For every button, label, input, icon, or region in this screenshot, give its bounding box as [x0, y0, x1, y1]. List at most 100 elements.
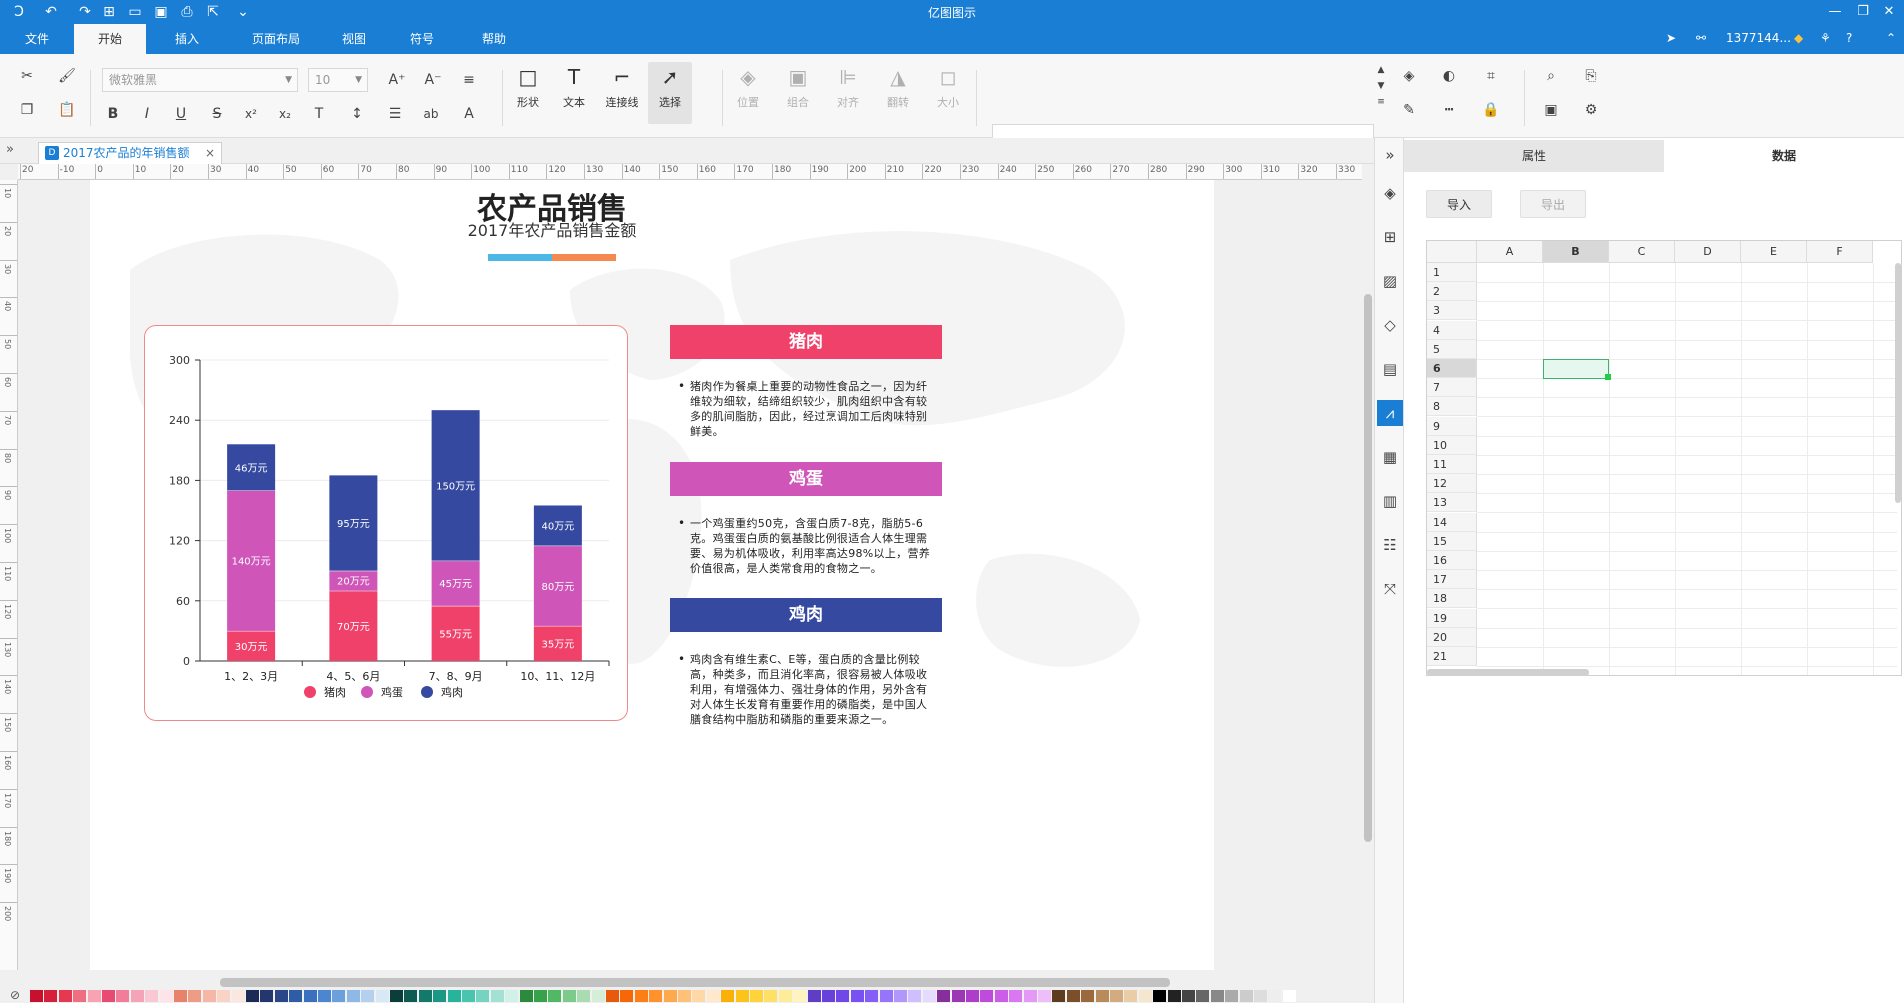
- palette-color[interactable]: [30, 990, 43, 1002]
- tool-2[interactable]: ⌐ 连接线: [600, 62, 644, 124]
- palette-color[interactable]: [735, 990, 749, 1002]
- palette-color[interactable]: [418, 990, 432, 1002]
- palette-color[interactable]: [1167, 990, 1181, 1002]
- vertical-scrollbar[interactable]: [1362, 164, 1374, 970]
- palette-color[interactable]: [994, 990, 1008, 1002]
- close-icon[interactable]: ✕: [1876, 2, 1902, 22]
- palette-color[interactable]: [361, 990, 375, 1002]
- palette-color[interactable]: [922, 990, 936, 1002]
- palette-color[interactable]: [375, 990, 389, 1002]
- layers-icon[interactable]: ◇: [1377, 312, 1403, 338]
- palette-color[interactable]: [721, 990, 735, 1002]
- tshirt-icon[interactable]: ⚘: [1820, 31, 1831, 45]
- column-header-F[interactable]: F: [1807, 241, 1873, 263]
- palette-color[interactable]: [1153, 990, 1167, 1002]
- align-icon[interactable]: ≡: [456, 68, 482, 92]
- palette-color[interactable]: [174, 990, 187, 1002]
- palette-color[interactable]: [966, 990, 979, 1002]
- horizontal-scroll-thumb[interactable]: [220, 978, 1170, 987]
- palette-color[interactable]: [1124, 990, 1138, 1002]
- palette-color[interactable]: [562, 990, 576, 1002]
- palette-color[interactable]: [159, 990, 173, 1002]
- palette-color[interactable]: [73, 990, 87, 1002]
- gem-icon[interactable]: ◆: [1794, 31, 1803, 45]
- tab-data[interactable]: 数据: [1664, 140, 1904, 172]
- underline-icon[interactable]: U: [168, 102, 194, 126]
- tab-3[interactable]: 页面布局: [236, 24, 316, 54]
- palette-color[interactable]: [519, 990, 533, 1002]
- palette-color[interactable]: [274, 990, 288, 1002]
- row-header-10[interactable]: 10: [1427, 435, 1477, 455]
- connection-icon[interactable]: ⤧: [1377, 576, 1403, 602]
- palette-color[interactable]: [217, 990, 231, 1002]
- palette-color[interactable]: [879, 990, 893, 1002]
- tool-8[interactable]: ◻ 大小: [926, 62, 970, 124]
- card-title-2[interactable]: 鸡肉: [670, 598, 942, 632]
- fill-icon[interactable]: ◈: [1396, 64, 1422, 88]
- palette-color[interactable]: [1023, 990, 1037, 1002]
- tab-5[interactable]: 符号: [394, 24, 450, 54]
- palette-color[interactable]: [1268, 990, 1282, 1002]
- palette-color[interactable]: [58, 990, 72, 1002]
- lock-icon[interactable]: 🔒: [1478, 98, 1504, 122]
- palette-color[interactable]: [289, 990, 303, 1002]
- palette-color[interactable]: [303, 990, 317, 1002]
- row-header-2[interactable]: 2: [1427, 282, 1477, 302]
- tab-4[interactable]: 视图: [326, 24, 382, 54]
- palette-color[interactable]: [231, 990, 245, 1002]
- card-title-1[interactable]: 鸡蛋: [670, 462, 942, 496]
- gallery-more-icon[interactable]: ≡: [1368, 90, 1394, 114]
- copy-icon[interactable]: ❐: [14, 98, 40, 122]
- tool-1[interactable]: T 文本: [552, 62, 596, 124]
- bold-icon[interactable]: B: [100, 102, 126, 126]
- line-color-icon[interactable]: ✎: [1396, 98, 1422, 122]
- palette-color[interactable]: [951, 990, 965, 1002]
- tab-1[interactable]: 开始: [74, 24, 146, 54]
- tool-5[interactable]: ▣ 组合: [776, 62, 820, 124]
- palette-color[interactable]: [778, 990, 792, 1002]
- tab-6[interactable]: 帮助: [466, 24, 522, 54]
- grid-hscroll-thumb[interactable]: [1427, 669, 1589, 675]
- grid-vscroll-thumb[interactable]: [1895, 263, 1901, 503]
- row-header-16[interactable]: 16: [1427, 551, 1477, 570]
- palette-color[interactable]: [548, 990, 562, 1002]
- column-header-C[interactable]: C: [1609, 241, 1675, 263]
- tool-3[interactable]: ➚ 选择: [648, 62, 692, 124]
- palette-color[interactable]: [634, 990, 648, 1002]
- palette-color[interactable]: [1254, 990, 1267, 1002]
- import-button[interactable]: 导入: [1426, 190, 1492, 218]
- document-tab[interactable]: D 2017农产品的年销售额 ×: [38, 142, 222, 164]
- palette-color[interactable]: [476, 990, 490, 1002]
- row-header-11[interactable]: 11: [1427, 455, 1477, 474]
- fit-icon[interactable]: ▣: [1538, 98, 1564, 122]
- palette-color[interactable]: [1081, 990, 1095, 1002]
- palette-color[interactable]: [649, 990, 663, 1002]
- palette-color[interactable]: [750, 990, 763, 1002]
- tools-icon[interactable]: ⚙: [1578, 98, 1604, 122]
- palette-color[interactable]: [692, 990, 706, 1002]
- tool-4[interactable]: ◈ 位置: [726, 62, 770, 124]
- palette-color[interactable]: [1282, 990, 1296, 1002]
- palette-color[interactable]: [620, 990, 634, 1002]
- card-text-2[interactable]: 鸡肉含有维生素C、E等，蛋白质的含量比例较高，种类多，而且消化率高，很容易被人体…: [690, 652, 936, 727]
- palette-color[interactable]: [1038, 990, 1051, 1002]
- shadow-icon[interactable]: ◐: [1436, 64, 1462, 88]
- no-fill-icon[interactable]: ⊘: [10, 988, 20, 1002]
- palette-color[interactable]: [1110, 990, 1123, 1002]
- row-header-8[interactable]: 8: [1427, 397, 1477, 417]
- row-header-5[interactable]: 5: [1427, 339, 1477, 359]
- minimize-icon[interactable]: —: [1822, 2, 1848, 22]
- palette-color[interactable]: [807, 990, 821, 1002]
- replace-icon[interactable]: ⎘: [1578, 64, 1604, 88]
- palette-color[interactable]: [1009, 990, 1023, 1002]
- drawing-canvas[interactable]: 农产品销售 2017年农产品销售金额 0 60 120 180 240 300 1、2、3月…: [18, 180, 1362, 970]
- palette-color[interactable]: [836, 990, 850, 1002]
- palette-color[interactable]: [1239, 990, 1253, 1002]
- line-style-icon[interactable]: ┅: [1436, 98, 1462, 122]
- palette-color[interactable]: [1052, 990, 1066, 1002]
- fill-bucket-icon[interactable]: ◈: [1377, 180, 1403, 206]
- palette-color[interactable]: [793, 990, 807, 1002]
- share-icon[interactable]: ⚯: [1696, 31, 1706, 45]
- tool-7[interactable]: ◮ 翻转: [876, 62, 920, 124]
- decrease-font-icon[interactable]: A⁻: [420, 68, 446, 92]
